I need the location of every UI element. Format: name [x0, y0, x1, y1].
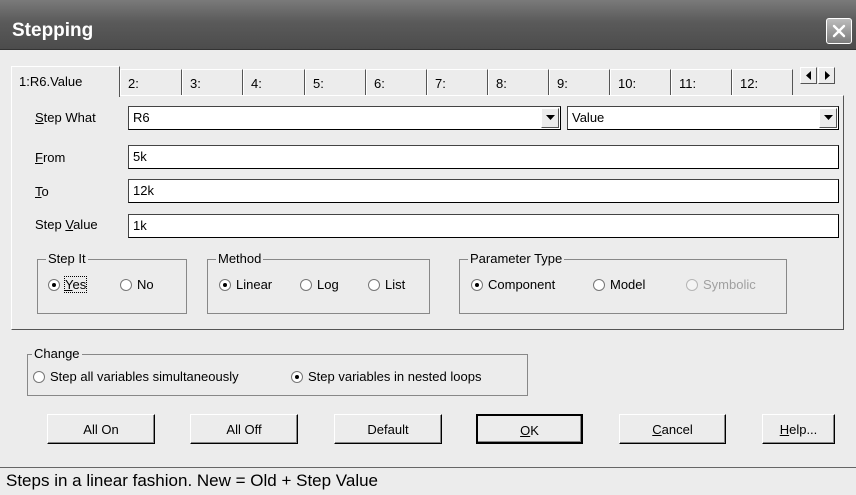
step-it-no-radio[interactable]: No	[120, 277, 154, 292]
method-linear-radio[interactable]: Linear	[219, 277, 272, 292]
step-what-dropdown-button[interactable]	[541, 108, 559, 128]
close-button[interactable]	[826, 18, 852, 44]
all-off-button[interactable]: All Off	[190, 414, 298, 444]
parameter-model-radio[interactable]: Model	[593, 277, 645, 292]
radio-checked-icon	[219, 278, 231, 291]
stepping-dialog: Stepping 1:R6.Value 2: 3: 4: 5: 6: 7: 8:…	[0, 0, 856, 495]
radio-label: Step variables in nested loops	[308, 369, 482, 384]
tab-label: 5:	[313, 76, 324, 91]
radio-label: Model	[610, 277, 646, 292]
window-title: Stepping	[12, 20, 94, 41]
status-bar: Steps in a linear fashion. New = Old + S…	[0, 467, 856, 495]
radio-unchecked-icon	[593, 278, 605, 291]
radio-label: List	[385, 277, 406, 292]
radio-label: Component	[488, 277, 556, 292]
tab-label: 7:	[435, 76, 446, 91]
tab-label: 8:	[496, 76, 507, 91]
method-log-radio[interactable]: Log	[300, 277, 339, 292]
step-it-title: Step It	[46, 251, 88, 266]
change-nested-radio[interactable]: Step variables in nested loops	[291, 369, 481, 384]
cancel-button[interactable]: Cancel	[619, 414, 726, 444]
step-it-group: Step It Yes No	[37, 251, 187, 314]
method-list-radio[interactable]: List	[368, 277, 405, 292]
radio-label: Log	[317, 277, 339, 292]
tab-label: 12:	[740, 76, 759, 91]
property-value: Value	[572, 110, 605, 125]
step-value-input[interactable]: 1k	[128, 214, 839, 238]
change-title: Change	[32, 346, 82, 361]
tab-scroll-right-button[interactable]	[818, 67, 835, 84]
chevron-down-icon	[823, 115, 833, 120]
method-group: Method Linear Log List	[207, 251, 430, 314]
ok-button[interactable]: OK	[476, 414, 583, 444]
radio-checked-icon	[48, 278, 60, 291]
tab-label: 10:	[618, 76, 637, 91]
all-on-button[interactable]: All On	[47, 414, 155, 444]
parameter-component-radio[interactable]: Component	[471, 277, 555, 292]
radio-label: Symbolic	[703, 277, 756, 292]
tab-strip: 1:R6.Value 2: 3: 4: 5: 6: 7: 8: 9: 10: 1…	[11, 66, 841, 97]
tab-10[interactable]: 10:	[610, 69, 671, 95]
tab-7[interactable]: 7:	[427, 69, 488, 95]
radio-label: Linear	[236, 277, 273, 292]
tab-4[interactable]: 4:	[243, 69, 305, 95]
step-what-value: R6	[133, 110, 150, 125]
step-value-label: Step Value	[35, 217, 98, 232]
tab-6[interactable]: 6:	[366, 69, 427, 95]
tab-3[interactable]: 3:	[182, 69, 243, 95]
radio-label: Yes	[63, 276, 88, 293]
close-icon	[832, 24, 846, 38]
tab-label: 4:	[251, 76, 262, 91]
tab-8[interactable]: 8:	[488, 69, 549, 95]
to-label: To	[35, 184, 49, 199]
change-group: Change Step all variables simultaneously…	[27, 346, 528, 396]
method-title: Method	[216, 251, 264, 266]
tab-scroll-left-button[interactable]	[800, 67, 817, 84]
tab-label: 3:	[190, 76, 201, 91]
arrow-right-icon	[824, 71, 830, 80]
default-button[interactable]: Default	[334, 414, 442, 444]
chevron-down-icon	[545, 115, 555, 120]
tab-2[interactable]: 2:	[120, 69, 182, 95]
property-combo[interactable]: Value	[567, 106, 839, 130]
tab-label: 1:R6.Value	[19, 74, 83, 89]
radio-unchecked-icon	[120, 278, 132, 291]
from-input[interactable]: 5k	[128, 145, 839, 169]
radio-label: No	[137, 277, 154, 292]
radio-unchecked-icon	[300, 278, 312, 291]
tab-12[interactable]: 12:	[732, 69, 793, 95]
tab-5[interactable]: 5:	[305, 69, 366, 95]
tab-label: 6:	[374, 76, 385, 91]
radio-unchecked-icon	[368, 278, 380, 291]
step-what-combo[interactable]: R6	[128, 106, 561, 130]
tab-1[interactable]: 1:R6.Value	[11, 66, 120, 97]
tab-label: 11:	[679, 76, 697, 91]
tab-label: 2:	[128, 76, 139, 91]
from-label: From	[35, 150, 66, 165]
change-all-radio[interactable]: Step all variables simultaneously	[33, 369, 239, 384]
radio-checked-icon	[291, 370, 303, 383]
parameter-type-title: Parameter Type	[468, 251, 565, 266]
property-dropdown-button[interactable]	[819, 108, 837, 128]
to-input[interactable]: 12k	[128, 179, 839, 203]
radio-unchecked-icon	[33, 370, 45, 383]
tab-label: 9:	[557, 76, 568, 91]
help-button[interactable]: Help...	[762, 414, 835, 444]
step-what-label: Step What	[35, 110, 96, 125]
tab-9[interactable]: 9:	[549, 69, 610, 95]
tab-11[interactable]: 11:	[671, 69, 732, 95]
radio-checked-icon	[471, 278, 483, 291]
radio-unchecked-icon	[686, 278, 698, 291]
step-it-yes-radio[interactable]: Yes	[48, 276, 88, 293]
radio-label: Step all variables simultaneously	[50, 369, 239, 384]
parameter-type-group: Parameter Type Component Model Symbolic	[459, 251, 787, 314]
title-bar: Stepping	[0, 0, 856, 50]
parameter-symbolic-radio: Symbolic	[686, 277, 756, 292]
arrow-left-icon	[805, 71, 811, 80]
